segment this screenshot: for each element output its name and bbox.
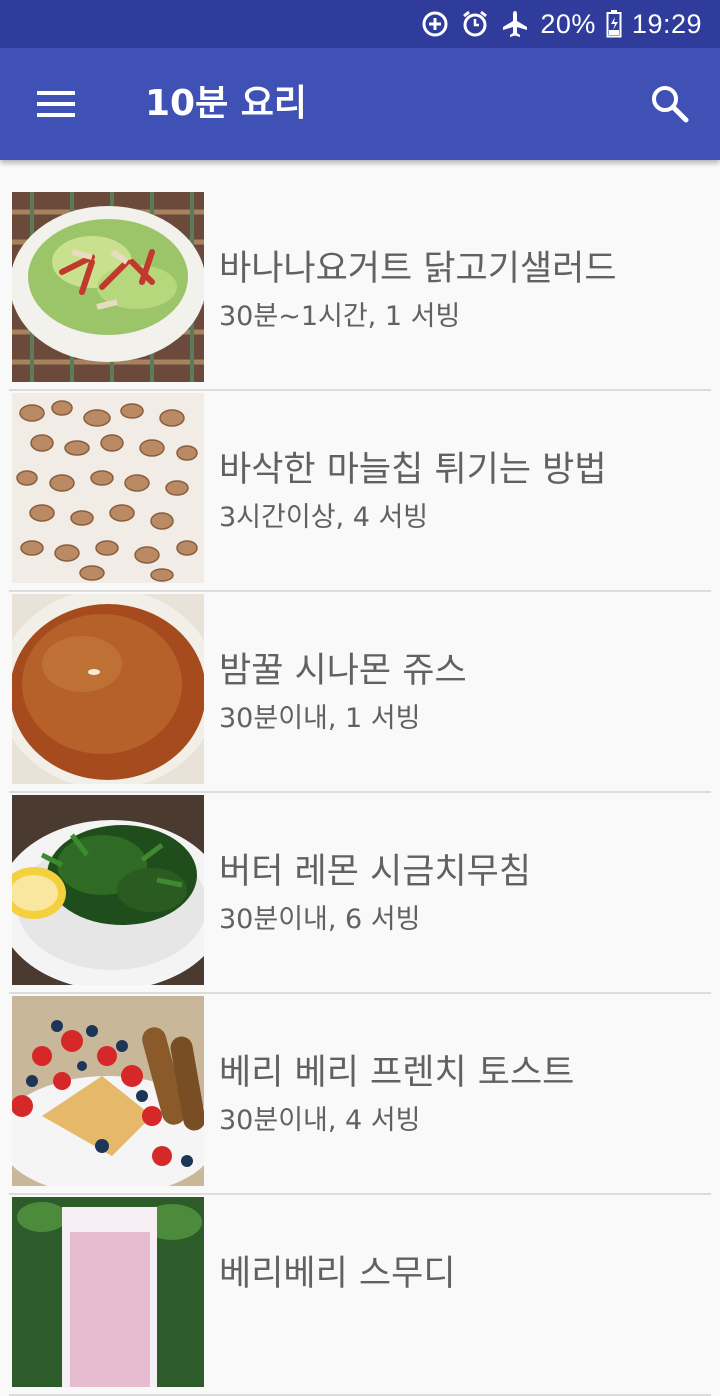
- recipe-thumbnail-honey-juice: [12, 594, 204, 784]
- recipe-time-servings: 3시간이상, 4 서빙: [219, 502, 429, 533]
- search-button[interactable]: [638, 74, 702, 134]
- recipe-title: 베리베리 스무디: [219, 1254, 456, 1294]
- status-bar: 20% 19:29: [0, 0, 720, 48]
- recipe-list: 바나나요거트 닭고기샐러드 30분~1시간, 1 서빙 바삭한 마늘칩 튀기는 …: [0, 190, 720, 1396]
- recipe-title: 바나나요거트 닭고기샐러드: [219, 249, 617, 289]
- menu-button[interactable]: [24, 74, 88, 134]
- app-bar: 10분 요리: [0, 48, 720, 160]
- recipe-thumbnail-berry-smoothie: [12, 1197, 204, 1387]
- recipe-time-servings: 30분이내, 4 서빙: [219, 1105, 421, 1136]
- recipe-list-item[interactable]: 밤꿀 시나몬 쥬스 30분이내, 1 서빙: [9, 592, 711, 793]
- recipe-time-servings: 30분~1시간, 1 서빙: [219, 301, 461, 332]
- app-title: 10분 요리: [145, 83, 307, 124]
- alarm-icon: [463, 10, 488, 37]
- recipe-title: 베리 베리 프렌치 토스트: [219, 1053, 575, 1093]
- recipe-thumbnail-salad: [12, 192, 204, 382]
- clock: 19:29: [631, 8, 702, 39]
- recipe-list-item[interactable]: 바삭한 마늘칩 튀기는 방법 3시간이상, 4 서빙: [9, 391, 711, 592]
- battery-icon: [606, 10, 622, 38]
- recipe-list-item[interactable]: 베리 베리 프렌치 토스트 30분이내, 4 서빙: [9, 994, 711, 1195]
- recipe-list-item[interactable]: 베리베리 스무디: [9, 1195, 711, 1396]
- recipe-thumbnail-spinach: [12, 795, 204, 985]
- recipe-title: 밤꿀 시나몬 쥬스: [219, 651, 467, 691]
- recipe-thumbnail-french-toast: [12, 996, 204, 1186]
- airplane-mode-icon: [503, 11, 528, 37]
- battery-percentage: 20%: [540, 8, 596, 39]
- recipe-list-item[interactable]: 바나나요거트 닭고기샐러드 30분~1시간, 1 서빙: [9, 190, 711, 391]
- recipe-list-item[interactable]: 버터 레몬 시금치무침 30분이내, 6 서빙: [9, 793, 711, 994]
- recipe-thumbnail-garlic-chips: [12, 393, 204, 583]
- hamburger-menu-icon: [37, 91, 75, 117]
- search-icon: [652, 86, 689, 123]
- recipe-title: 바삭한 마늘칩 튀기는 방법: [219, 450, 607, 490]
- data-saver-icon: [422, 11, 448, 37]
- recipe-time-servings: 30분이내, 1 서빙: [219, 703, 421, 734]
- recipe-title: 버터 레몬 시금치무침: [219, 852, 532, 892]
- recipe-time-servings: 30분이내, 6 서빙: [219, 904, 421, 935]
